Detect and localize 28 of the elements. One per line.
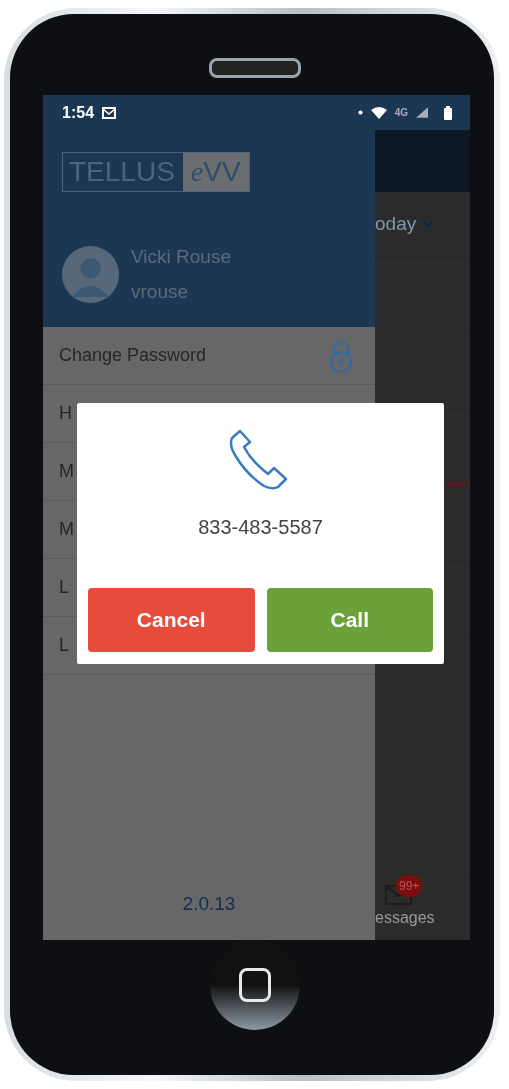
dot-icon <box>357 110 363 115</box>
avatar-silhouette-icon <box>62 245 119 303</box>
menu-label: L <box>59 577 69 598</box>
cancel-button[interactable]: Cancel <box>88 588 255 652</box>
signal-icon <box>416 107 428 118</box>
menu-label: M <box>59 519 74 540</box>
call-button[interactable]: Call <box>266 588 433 652</box>
phone-number: 833-483-5587 <box>198 516 323 539</box>
chevron-icon <box>422 220 435 228</box>
menu-label: Change Password <box>59 345 207 366</box>
menu-item[interactable]: Change Password <box>43 327 375 385</box>
battery-icon <box>444 105 452 120</box>
menu-label: M <box>59 461 74 482</box>
wifi-icon <box>370 106 387 119</box>
square-icon <box>239 968 271 1002</box>
network-label: 4G <box>394 107 408 118</box>
count-badge: 99+ <box>396 875 423 897</box>
mail-icon <box>102 106 117 119</box>
menu-label: L <box>59 635 69 656</box>
version-label: 2.0.13 <box>181 893 237 916</box>
menu-label: H <box>59 403 72 424</box>
nav-label[interactable]: essages <box>375 909 435 927</box>
logo-text: eVV <box>182 153 249 191</box>
date-filter[interactable]: oday <box>375 213 417 235</box>
username: vrouse <box>131 280 190 304</box>
status-time: 1:54 <box>62 103 95 122</box>
lock-icon <box>329 339 353 372</box>
user-name: Vicki Rouse <box>131 245 231 269</box>
